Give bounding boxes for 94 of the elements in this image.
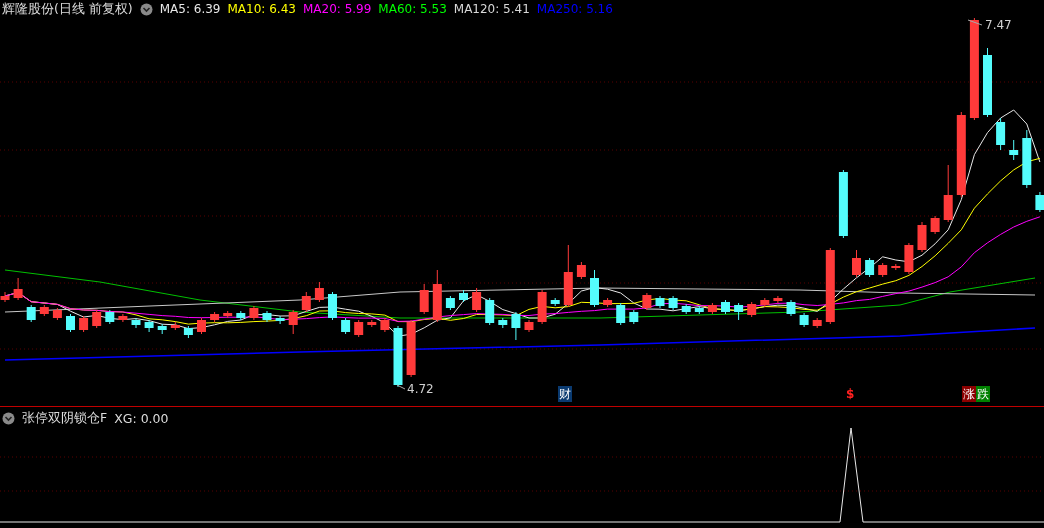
candlestick: [52, 307, 62, 321]
candlestick: [943, 164, 953, 223]
candlestick: [79, 315, 89, 333]
candlestick: [13, 277, 23, 301]
dividend-marker[interactable]: $: [845, 386, 856, 402]
candlestick: [301, 291, 311, 313]
candlestick: [668, 295, 678, 311]
candlestick: [616, 302, 626, 326]
candlestick: [511, 311, 521, 341]
candlestick: [878, 262, 888, 278]
event-tag[interactable]: 跌: [976, 386, 990, 402]
candlestick: [681, 303, 691, 315]
candlestick: [786, 299, 796, 317]
candlestick: [210, 311, 220, 323]
moving-average-legend: MA250: 5.16: [536, 2, 613, 16]
candlestick: [983, 47, 992, 118]
candlestick: [105, 309, 115, 325]
candlestick: [328, 291, 337, 321]
indicator-title: 张停双阴锁仓F: [22, 409, 108, 427]
moving-average-legend: MA10: 6.43: [227, 2, 296, 16]
dropdown-icon[interactable]: [139, 2, 153, 16]
candlestick: [734, 302, 744, 321]
candlestick: [459, 289, 468, 303]
candlestick: [747, 301, 757, 318]
chart-title: 辉隆股份(日线 前复权): [2, 0, 133, 18]
candlestick: [92, 309, 102, 329]
candlestick: [852, 249, 861, 278]
candlestick: [485, 297, 495, 326]
candlestick: [603, 297, 613, 308]
moving-average-legend: MA20: 5.99: [302, 2, 372, 16]
candlestick: [694, 305, 704, 315]
candlestick: [773, 295, 783, 304]
candlestick: [721, 299, 730, 315]
candlestick: [39, 304, 49, 317]
candlestick: [118, 313, 128, 323]
candlestick: [157, 323, 167, 335]
moving-average-legend: MA5: 6.39: [159, 2, 221, 16]
low-price-label: 4.72: [396, 382, 434, 396]
candlestick: [537, 289, 547, 325]
candlestick: [891, 263, 901, 271]
candlestick: [249, 305, 259, 321]
moving-average-legend: MA120: 5.41: [453, 2, 530, 16]
moving-average-legend: MA60: 5.53: [378, 2, 447, 16]
candlestick: [288, 309, 298, 335]
candlestick: [1022, 129, 1032, 189]
candlestick: [144, 319, 154, 333]
candlestick: [314, 281, 324, 303]
candlestick: [642, 292, 652, 311]
candlestick: [236, 310, 246, 321]
candlestick: [655, 295, 665, 309]
candlestick: [838, 169, 848, 239]
candlestick: [66, 313, 75, 333]
candlestick: [367, 319, 377, 328]
candlestick: [354, 319, 364, 338]
indicator-value: XG: 0.00: [114, 410, 169, 426]
candlestick: [380, 317, 390, 333]
event-tag[interactable]: 涨: [962, 386, 976, 402]
candlestick: [799, 312, 809, 328]
candlestick: [419, 283, 429, 315]
candlestick: [406, 319, 416, 378]
candlestick: [26, 304, 36, 323]
candlestick: [576, 261, 586, 280]
high-price-label: 7.47: [967, 18, 1012, 32]
candlestick: [223, 310, 233, 319]
candlestick: [183, 325, 193, 339]
candlestick: [170, 321, 180, 331]
candlestick: [865, 257, 875, 278]
candlestick: [275, 315, 285, 325]
candlestick: [131, 317, 141, 329]
candlestick: [707, 302, 717, 315]
candlestick: [550, 297, 560, 307]
candlestick: [432, 269, 442, 323]
candlestick: [393, 325, 403, 388]
event-tag[interactable]: 财: [558, 386, 572, 402]
dropdown-icon[interactable]: [2, 411, 15, 425]
candlestick: [341, 317, 351, 335]
candlestick: [904, 242, 914, 275]
candlestick: [0, 291, 10, 303]
candlestick: [498, 317, 508, 329]
candlestick: [1009, 139, 1019, 161]
candlestick: [445, 295, 455, 311]
candlestick: [1035, 191, 1044, 213]
candlestick: [590, 269, 599, 308]
candlestick: [629, 309, 639, 325]
candlestick: [524, 319, 534, 333]
candlestick: [930, 215, 940, 235]
candlestick: [197, 317, 206, 335]
candlestick: [812, 317, 822, 329]
candlestick: [760, 297, 770, 308]
candlestick: [472, 287, 482, 313]
candlestick: [262, 310, 272, 323]
candlestick: [996, 117, 1006, 151]
candlestick: [917, 221, 927, 253]
candlestick: [563, 244, 573, 308]
